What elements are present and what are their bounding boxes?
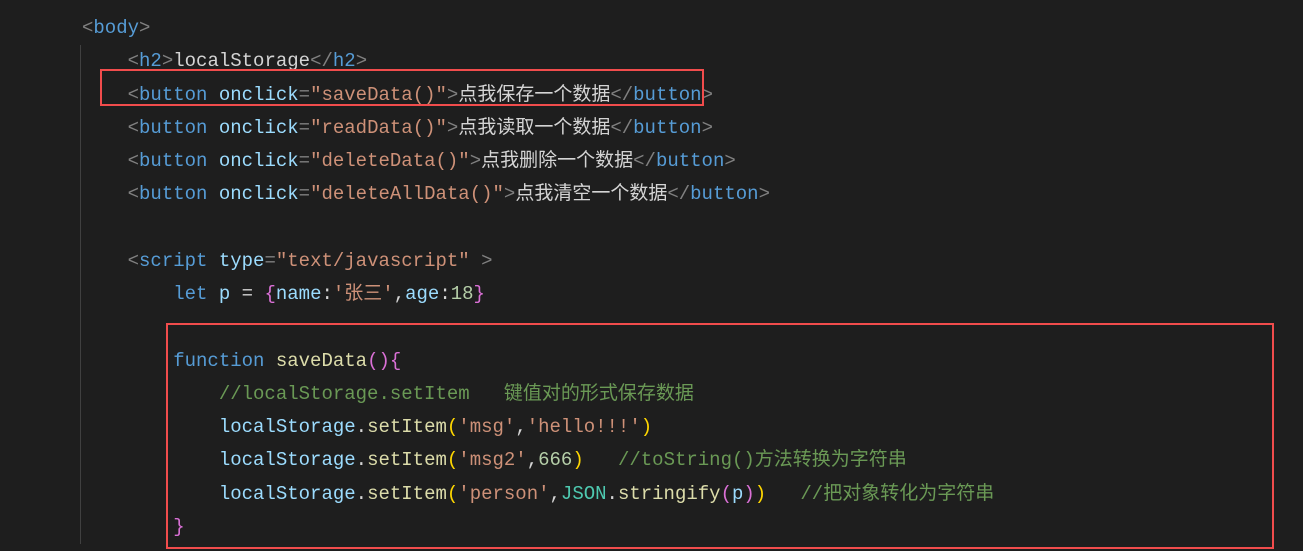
- code-line: localStorage.setItem('msg2',666) //toStr…: [0, 444, 1303, 477]
- code-line: let p = {name:'张三',age:18}: [0, 278, 1303, 311]
- code-line: //localStorage.setItem 键值对的形式保存数据: [0, 378, 1303, 411]
- code-line: <h2>localStorage</h2>: [0, 45, 1303, 78]
- code-line: localStorage.setItem('person',JSON.strin…: [0, 478, 1303, 511]
- blank-line: [0, 311, 1303, 344]
- code-line: }: [0, 511, 1303, 544]
- code-line: <script type="text/javascript" >: [0, 245, 1303, 278]
- code-editor[interactable]: <body> <h2>localStorage</h2> <button onc…: [0, 0, 1303, 544]
- code-line: <button onclick="deleteAllData()">点我清空一个…: [0, 178, 1303, 211]
- code-line: <button onclick="readData()">点我读取一个数据</b…: [0, 112, 1303, 145]
- code-line: <body>: [0, 12, 1303, 45]
- code-line: localStorage.setItem('msg','hello!!!'): [0, 411, 1303, 444]
- blank-line: [0, 212, 1303, 245]
- code-line: <button onclick="deleteData()">点我删除一个数据<…: [0, 145, 1303, 178]
- h2-text: localStorage: [173, 50, 310, 72]
- code-line: <button onclick="saveData()">点我保存一个数据</b…: [0, 79, 1303, 112]
- code-line: function saveData(){: [0, 345, 1303, 378]
